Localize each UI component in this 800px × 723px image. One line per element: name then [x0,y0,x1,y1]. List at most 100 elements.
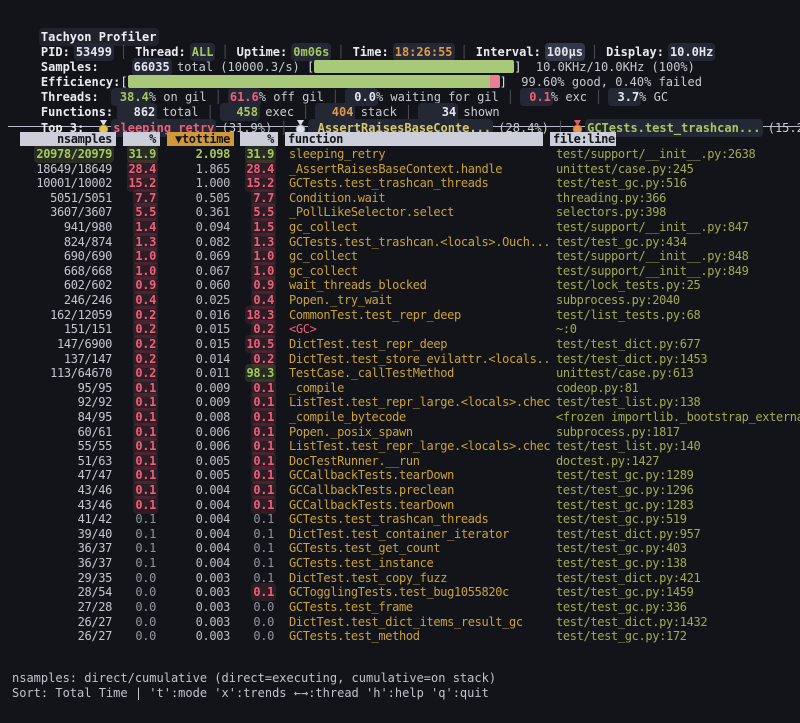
table-row[interactable]: 3607/36075.50.3615.5_PollLikeSelector.se… [12,205,800,220]
file-line-cell: subprocess.py:2040 [550,293,800,308]
table-row[interactable]: 27/280.00.0030.0GCTests.test_frametest/t… [12,600,800,615]
samples-label: Samples: [41,60,99,74]
cumulative-pct-cell: 0.1 [234,410,278,425]
separator: │ [337,45,344,59]
column-header-tottime-sorted[interactable]: ▼tottime [167,132,234,146]
cumulative-pct-cell: 31.9 [234,147,278,162]
function-cell: GCTests.test_frame [278,600,550,615]
table-row[interactable]: 39/400.10.0040.1DictTest.test_container_… [12,527,800,542]
direct-pct-cell: 0.2 [116,322,160,337]
cumulative-pct-cell: 98.3 [234,366,278,381]
file-line-cell: test/support/__init__.py:2638 [550,147,800,162]
direct-pct-cell: 0.1 [116,541,160,556]
direct-pct-cell: 0.0 [116,585,160,600]
function-cell: _AssertRaisesBaseContext.handle [278,162,550,177]
table-row[interactable]: 84/950.10.0080.1_compile_bytecode<frozen… [12,410,800,425]
tottime-cell: 1.000 [160,176,234,191]
table-row[interactable]: 941/9801.40.0941.5gc_collecttest/support… [12,220,800,235]
table-row[interactable]: 246/2460.40.0250.4Popen._try_waitsubproc… [12,293,800,308]
tottime-cell: 0.094 [160,220,234,235]
table-row[interactable]: 95/950.10.0090.1_compilecodeop.py:81 [12,381,800,396]
table-row[interactable]: 824/8741.30.0821.3GCTests.test_trashcan.… [12,235,800,250]
thread-label: Thread: [135,45,186,59]
table-row[interactable]: 10001/1000215.21.00015.2GCTests.test_tra… [12,176,800,191]
table-row[interactable]: 18649/1864928.41.86528.4_AssertRaisesBas… [12,162,800,177]
top3-pct: (15.2%) [761,121,800,135]
samples-gap [105,60,134,74]
thread-value[interactable]: ALL [192,45,214,59]
direct-pct-cell: 0.0 [116,629,160,644]
off-gil-value: 61.6 [230,90,259,104]
table-row[interactable]: 162/120590.20.01618.3CommonTest.test_rep… [12,308,800,323]
table-row[interactable]: 36/370.10.0040.1GCTests.test_get_countte… [12,541,800,556]
cumulative-pct-cell: 0.1 [234,483,278,498]
waiting-gil-value: 0.0 [347,90,376,104]
cumulative-pct-cell: 0.0 [234,629,278,644]
column-header-file-line[interactable]: file:line [550,132,616,146]
table-row[interactable]: 55/550.10.0060.1ListTest.test_repr_large… [12,439,800,454]
separator: │ [595,90,602,104]
table-row[interactable]: 28/540.00.0030.1GCTogglingTests.test_bug… [12,585,800,600]
nsamples-cell: 26/27 [12,615,116,630]
file-line-cell: test/support/__init__.py:848 [550,249,800,264]
direct-pct-cell: 5.5 [116,205,160,220]
file-line-cell: test/test_gc.py:1459 [550,585,800,600]
cumulative-pct-cell: 0.1 [234,381,278,396]
table-row[interactable]: 151/1510.20.0150.2<GC>~:0 [12,322,800,337]
tottime-cell: 0.009 [160,395,234,410]
functions-shown: 34 [420,105,456,119]
tottime-cell: 0.016 [160,308,234,323]
keyboard-hints: Sort: Total Time | 't':mode 'x':trends ←… [12,686,800,701]
table-row[interactable]: 47/470.10.0050.1GCCallbackTests.tearDown… [12,468,800,483]
column-header-cumulative-pct[interactable]: % [240,132,278,146]
table-row[interactable]: 43/460.10.0040.1GCCallbackTests.preclean… [12,483,800,498]
table-row[interactable]: 20978/2097931.92.09831.9sleeping_retryte… [12,147,800,162]
function-cell: DocTestRunner.__run [278,454,550,469]
direct-pct-cell: 1.0 [116,249,160,264]
function-cell: GCCallbackTests.tearDown [278,498,550,513]
tottime-cell: 0.060 [160,278,234,293]
table-row[interactable]: 5051/50517.70.5057.7Condition.waitthread… [12,191,800,206]
table-row[interactable]: 60/610.10.0060.1Popen._posix_spawnsubpro… [12,425,800,440]
table-row[interactable]: 137/1470.20.0140.2DictTest.test_store_ev… [12,352,800,367]
tottime-cell: 0.069 [160,249,234,264]
function-cell: _PollLikeSelector.select [278,205,550,220]
column-header-nsamples[interactable]: nsamples [20,132,116,146]
table-row[interactable]: 41/420.10.0040.1GCTests.test_trashcan_th… [12,512,800,527]
file-line-cell: threading.py:366 [550,191,800,206]
column-header-function[interactable]: function [285,132,543,146]
tottime-cell: 0.003 [160,585,234,600]
file-line-cell: test/test_gc.py:138 [550,556,800,571]
table-row[interactable]: 602/6020.90.0600.9wait_threads_blockedte… [12,278,800,293]
table-row[interactable]: 147/69000.20.01510.5DictTest.test_repr_d… [12,337,800,352]
table-row[interactable]: 113/646700.20.01198.3TestCase._callTestM… [12,366,800,381]
table-row[interactable]: 668/6681.00.0671.0gc_collecttest/support… [12,264,800,279]
table-row[interactable]: 29/350.00.0030.1DictTest.test_copy_fuzzt… [12,571,800,586]
efficiency-bar [128,75,500,88]
function-cell: DictTest.test_container_iterator [278,527,550,542]
table-row[interactable]: 26/270.00.0030.0DictTest.test_dict_items… [12,615,800,630]
table-row[interactable]: 36/370.10.0040.1GCTests.test_instancetes… [12,556,800,571]
tottime-cell: 0.003 [160,615,234,630]
nsamples-cell: 147/6900 [12,337,116,352]
direct-pct-cell: 0.1 [116,454,160,469]
nsamples-cell: 5051/5051 [12,191,116,206]
tottime-cell: 1.865 [160,162,234,177]
file-line-cell: test/test_gc.py:519 [550,512,800,527]
function-cell: GCTests.test_trashcan.<locals>.Ouch.... [278,235,550,250]
column-header-direct-pct[interactable]: % [123,132,160,146]
nsamples-cell: 668/668 [12,264,116,279]
cumulative-pct-cell: 0.1 [234,395,278,410]
nsamples-cell: 47/47 [12,468,116,483]
table-row[interactable]: 43/460.10.0040.1GCCallbackTests.tearDown… [12,498,800,513]
table-row[interactable]: 26/270.00.0030.0GCTests.test_methodtest/… [12,629,800,644]
nsamples-cell: 113/64670 [12,366,116,381]
file-line-cell: test/test_gc.py:1289 [550,468,800,483]
table-row[interactable]: 51/630.10.0050.1DocTestRunner.__rundocte… [12,454,800,469]
app-title-line: Tachyon Profiler [12,13,800,29]
direct-pct-cell: 0.1 [116,410,160,425]
table-row[interactable]: 92/920.10.0090.1ListTest.test_repr_large… [12,395,800,410]
file-line-cell: codeop.py:81 [550,381,800,396]
nsamples-cell: 95/95 [12,381,116,396]
table-row[interactable]: 690/6901.00.0691.0gc_collecttest/support… [12,249,800,264]
